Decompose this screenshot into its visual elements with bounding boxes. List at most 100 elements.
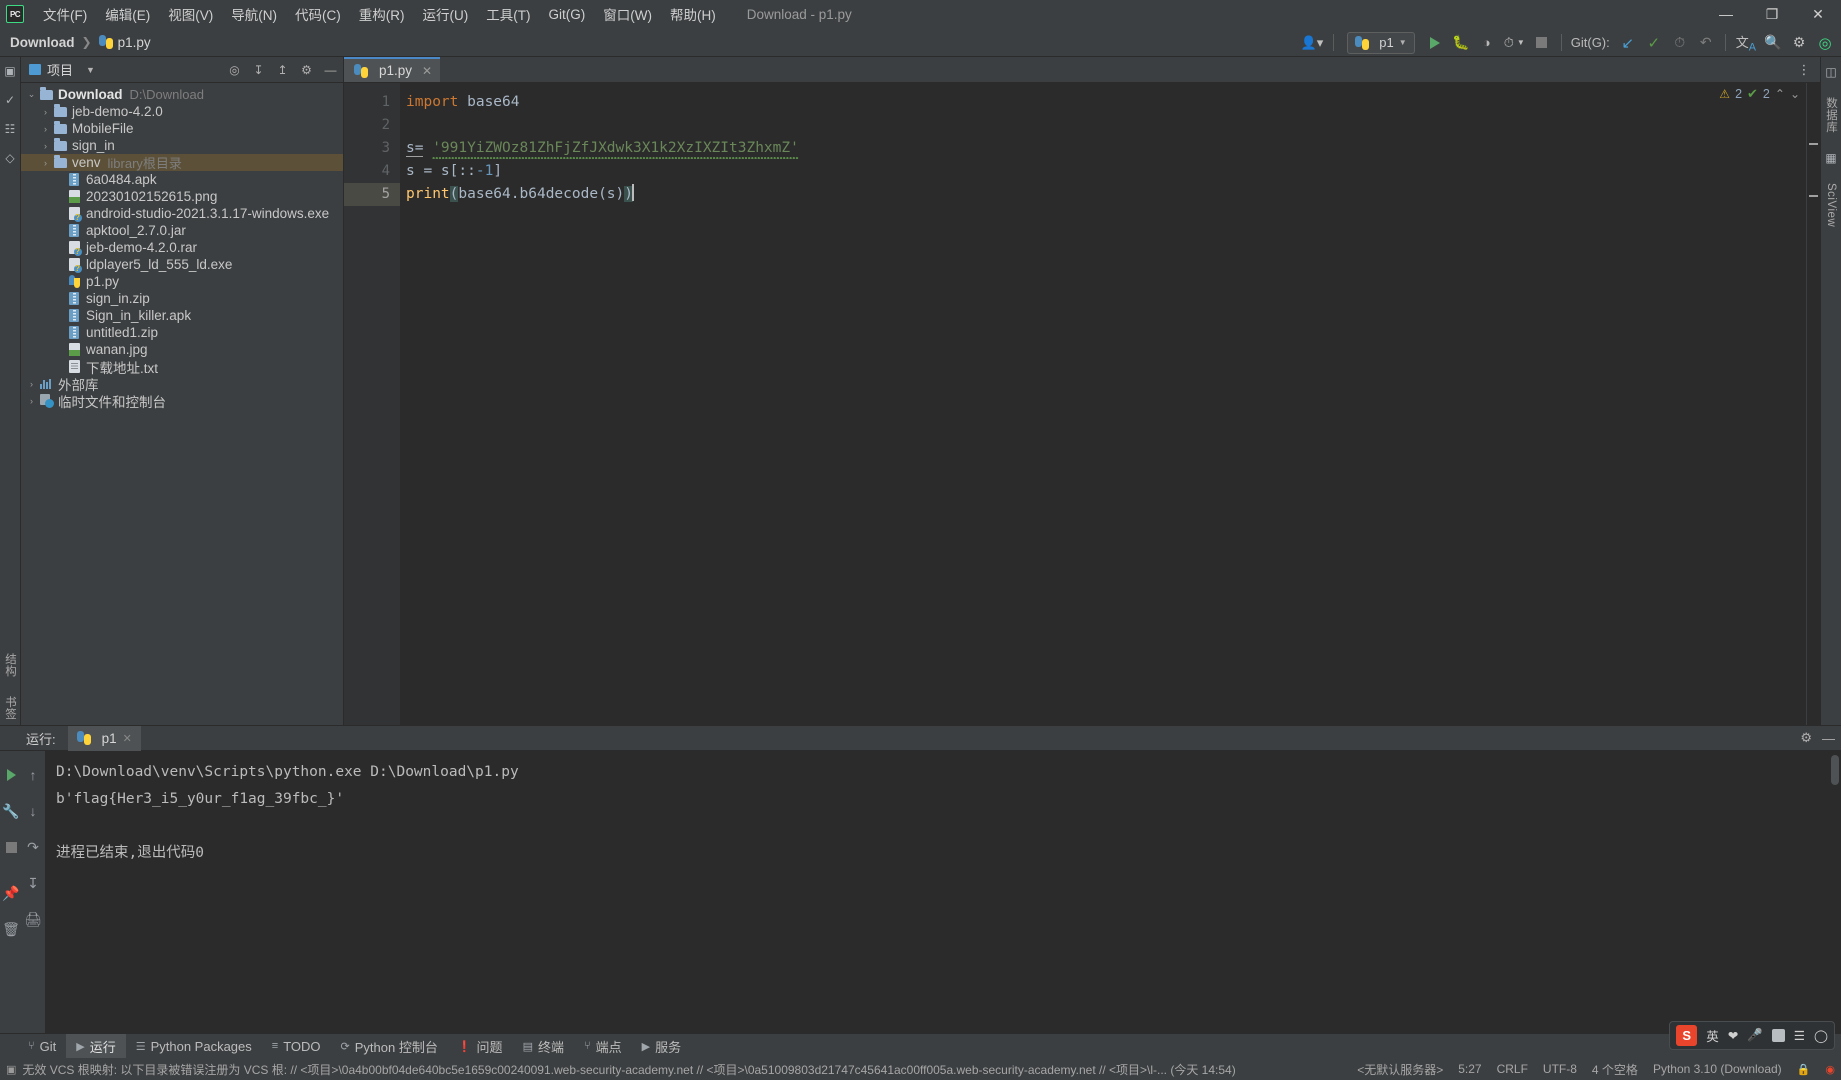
tree-row[interactable]: sign_in.zip <box>21 290 343 307</box>
status-message-area[interactable]: ▣ 无效 VCS 根映射: 以下目录被错误注册为 VCS 根: // <项目>\… <box>6 1061 1236 1078</box>
tool-tab-problems[interactable]: ❗问题 <box>448 1034 513 1059</box>
close-icon[interactable]: ✕ <box>123 732 132 745</box>
menu-edit[interactable]: 编辑(E) <box>96 0 159 28</box>
tree-row[interactable]: 6a0484.apk <box>21 171 343 188</box>
console-scrollbar[interactable] <box>1831 755 1839 785</box>
strip-tab-sciview[interactable]: SciView <box>1824 178 1838 232</box>
sciview-strip-icon[interactable]: ▦ <box>1825 148 1836 168</box>
tool-tab-todo[interactable]: ≡TODO <box>262 1034 331 1059</box>
tree-disclosure-icon[interactable]: › <box>25 396 38 406</box>
warning-marker[interactable] <box>1809 195 1818 197</box>
editor-options-icon[interactable]: ⋮ <box>1792 58 1816 82</box>
maximize-button[interactable]: ❐ <box>1749 0 1795 28</box>
tool-tab-python-console[interactable]: ⟳Python 控制台 <box>331 1034 448 1059</box>
commit-strip-icon[interactable]: ✓ <box>5 90 15 110</box>
strip-tab-structure[interactable]: 结构 <box>1 648 19 682</box>
tree-disclosure-icon[interactable]: › <box>39 107 52 117</box>
chevron-up-icon[interactable]: ⌃ <box>1775 87 1785 101</box>
notification-icon[interactable]: ◉ <box>1825 1063 1835 1076</box>
tree-row[interactable]: 下载地址.txt <box>21 358 343 375</box>
project-panel-title[interactable]: 项目 ▼ <box>29 60 95 79</box>
ime-menu-icon[interactable]: ☰ <box>1794 1028 1805 1043</box>
database-strip-icon[interactable]: ◫ <box>1825 62 1836 82</box>
status-message[interactable]: 无效 VCS 根映射: 以下目录被错误注册为 VCS 根: // <项目>\0a… <box>22 1061 1235 1078</box>
chevron-down-icon[interactable]: ▼ <box>86 65 95 75</box>
menu-view[interactable]: 视图(V) <box>159 0 222 28</box>
chevron-down-icon[interactable]: ⌄ <box>1790 87 1800 101</box>
menu-git[interactable]: Git(G) <box>540 3 595 26</box>
menu-refactor[interactable]: 重构(R) <box>350 0 414 28</box>
ime-more-icon[interactable]: ◯ <box>1814 1028 1828 1043</box>
inspection-widget[interactable]: ⚠ 2 ✔ 2 ⌃ ⌄ <box>1719 86 1800 102</box>
scroll-down-icon[interactable]: ↓ <box>20 798 46 824</box>
history-icon[interactable]: ⏱ <box>1668 31 1692 55</box>
tree-row[interactable]: jeb-demo-4.2.0.rar <box>21 239 343 256</box>
tree-row[interactable]: ldplayer5_ld_555_ld.exe <box>21 256 343 273</box>
ime-language-label[interactable]: 英 <box>1706 1026 1719 1045</box>
project-tree[interactable]: ⌄DownloadD:\Download›jeb-demo-4.2.0›Mobi… <box>21 83 343 725</box>
account-icon[interactable]: 👤▾ <box>1298 31 1327 55</box>
coverage-button[interactable]: ◑ <box>1475 31 1499 55</box>
strip-tab-database[interactable]: 数据库 <box>1822 92 1840 138</box>
strip-tab-bookmarks[interactable]: 书签 <box>1 691 19 725</box>
status-server[interactable]: <无默认服务器> <box>1357 1061 1443 1078</box>
ide-feature-icon[interactable]: ◎ <box>1813 31 1837 55</box>
editor-marker-gutter[interactable] <box>1806 83 1820 725</box>
bookmarks-strip-icon[interactable]: ◇ <box>5 148 14 168</box>
tool-tab-services[interactable]: ▶服务 <box>632 1034 691 1059</box>
tree-disclosure-icon[interactable]: › <box>25 379 38 389</box>
close-icon[interactable]: ✕ <box>422 64 432 78</box>
tree-row[interactable]: ›jeb-demo-4.2.0 <box>21 103 343 120</box>
stop-button[interactable] <box>1530 31 1554 55</box>
soft-wrap-icon[interactable]: ↷ <box>20 834 46 860</box>
status-line-separator[interactable]: CRLF <box>1497 1062 1528 1076</box>
ime-keyboard-icon[interactable] <box>1772 1029 1785 1042</box>
translate-icon[interactable]: 文A <box>1733 31 1759 55</box>
run-button[interactable] <box>1423 31 1447 55</box>
tree-row[interactable]: ⌄DownloadD:\Download <box>21 86 343 103</box>
update-project-icon[interactable]: ↙ <box>1616 31 1640 55</box>
project-settings-icon[interactable]: ⚙ <box>297 60 316 79</box>
tree-disclosure-icon[interactable]: › <box>39 158 52 168</box>
expand-all-icon[interactable]: ↧ <box>249 60 268 79</box>
menu-run[interactable]: 运行(U) <box>414 0 478 28</box>
print-icon[interactable]: 🖨 <box>20 906 46 932</box>
tool-tab-python-packages[interactable]: ☰Python Packages <box>126 1034 262 1059</box>
tree-row[interactable]: Sign_in_killer.apk <box>21 307 343 324</box>
tree-row[interactable]: wanan.jpg <box>21 341 343 358</box>
tree-disclosure-icon[interactable]: › <box>39 124 52 134</box>
tree-row[interactable]: untitled1.zip <box>21 324 343 341</box>
status-caret-position[interactable]: 5:27 <box>1458 1062 1481 1076</box>
tool-tab-terminal[interactable]: ▤终端 <box>513 1034 574 1059</box>
lock-icon[interactable]: 🔒 <box>1797 1063 1811 1076</box>
select-opened-file-icon[interactable]: ◎ <box>225 60 244 79</box>
run-console-output[interactable]: D:\Download\venv\Scripts\python.exe D:\D… <box>46 751 1841 1033</box>
menu-window[interactable]: 窗口(W) <box>594 0 661 28</box>
tool-tab-run[interactable]: ▶运行 <box>66 1034 125 1059</box>
tree-row[interactable]: ›外部库 <box>21 375 343 392</box>
tree-disclosure-icon[interactable]: ⌄ <box>25 89 38 100</box>
run-settings-icon[interactable]: ⚙ <box>1800 730 1812 746</box>
scroll-to-end-icon[interactable]: ↧ <box>20 870 46 896</box>
collapse-all-icon[interactable]: ↥ <box>273 60 292 79</box>
structure-strip-icon[interactable]: ☷ <box>5 119 16 139</box>
sogou-logo-icon[interactable] <box>1676 1025 1697 1046</box>
status-indent[interactable]: 4 个空格 <box>1592 1061 1638 1078</box>
run-tab-p1[interactable]: p1 ✕ <box>68 726 141 751</box>
scroll-up-icon[interactable]: ↑ <box>20 762 46 788</box>
error-marker[interactable] <box>1809 143 1818 145</box>
search-everywhere-icon[interactable]: 🔍 <box>1761 31 1785 55</box>
profile-button[interactable]: ⏱▼ <box>1501 31 1528 55</box>
commit-icon[interactable]: ✓ <box>1642 31 1666 55</box>
tree-row[interactable]: ›MobileFile <box>21 120 343 137</box>
menu-tools[interactable]: 工具(T) <box>477 0 539 28</box>
code-editor[interactable]: 1 2 3 4 5 import base64 s= '991YiZWOz81Z… <box>344 83 1820 725</box>
code-content[interactable]: import base64 s= '991YiZWOz81ZhFjZfJXdwk… <box>400 83 1806 725</box>
tree-disclosure-icon[interactable]: › <box>39 141 52 151</box>
tool-tab-git[interactable]: ⑂Git <box>18 1034 66 1059</box>
ime-heart-icon[interactable]: ❤ <box>1728 1028 1738 1043</box>
status-interpreter[interactable]: Python 3.10 (Download) <box>1653 1062 1782 1076</box>
minimize-button[interactable]: — <box>1703 0 1749 28</box>
status-encoding[interactable]: UTF-8 <box>1543 1062 1577 1076</box>
menu-navigate[interactable]: 导航(N) <box>222 0 286 28</box>
